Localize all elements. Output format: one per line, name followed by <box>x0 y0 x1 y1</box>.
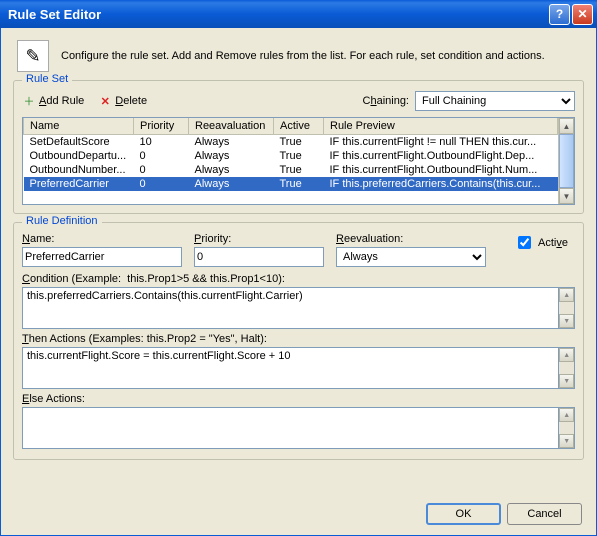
table-cell: IF this.currentFlight != null THEN this.… <box>324 135 558 150</box>
table-row[interactable]: OutboundDepartu...0AlwaysTrueIF this.cur… <box>24 149 558 163</box>
close-button[interactable]: ✕ <box>572 4 593 25</box>
condition-textarea[interactable]: this.preferredCarriers.Contains(this.cur… <box>22 287 559 329</box>
table-cell: Always <box>189 163 274 177</box>
table-cell: PreferredCarrier <box>24 177 134 191</box>
table-cell: IF this.currentFlight.OutboundFlight.Dep… <box>324 149 558 163</box>
col-name[interactable]: Name <box>24 118 134 135</box>
table-row[interactable]: SetDefaultScore10AlwaysTrueIF this.curre… <box>24 135 558 150</box>
chaining-control: Chaining: Full Chaining <box>363 91 576 111</box>
title-bar: Rule Set Editor ? ✕ <box>0 0 597 28</box>
dialog-content: ✎ Configure the rule set. Add and Remove… <box>0 28 597 536</box>
table-cell: 0 <box>134 163 189 177</box>
else-label: Else Actions: <box>22 393 575 405</box>
table-cell: True <box>274 163 324 177</box>
intro-text: Configure the rule set. Add and Remove r… <box>61 50 545 62</box>
scroll-up-icon[interactable]: ▲ <box>559 118 574 134</box>
scroll-thumb[interactable] <box>559 134 574 188</box>
table-cell: IF this.currentFlight.OutboundFlight.Num… <box>324 163 558 177</box>
delete-rule-label: Delete <box>115 95 147 107</box>
window-title: Rule Set Editor <box>8 7 101 22</box>
table-cell: Always <box>189 135 274 150</box>
else-textarea[interactable] <box>22 407 559 449</box>
rule-definition-group-title: Rule Definition <box>22 215 102 227</box>
name-input[interactable] <box>22 247 182 267</box>
active-checkbox-label[interactable]: Active <box>514 233 568 252</box>
priority-input[interactable] <box>194 247 324 267</box>
table-cell: True <box>274 135 324 150</box>
rules-table[interactable]: Name Priority Reeavaluation Active Rule … <box>23 118 558 191</box>
table-cell: OutboundNumber... <box>24 163 134 177</box>
add-icon: ＋ <box>22 94 36 108</box>
add-rule-button[interactable]: ＋ Add Rule <box>22 94 84 108</box>
table-cell: True <box>274 177 324 191</box>
table-cell: SetDefaultScore <box>24 135 134 150</box>
then-textarea[interactable]: this.currentFlight.Score = this.currentF… <box>22 347 559 389</box>
rules-table-scrollbar[interactable]: ▲ ▼ <box>558 118 574 204</box>
intro-row: ✎ Configure the rule set. Add and Remove… <box>17 40 584 72</box>
col-active[interactable]: Active <box>274 118 324 135</box>
scroll-down-icon[interactable]: ▼ <box>559 188 574 204</box>
table-cell: 0 <box>134 177 189 191</box>
else-scrollbar[interactable]: ▲▼ <box>559 407 575 449</box>
table-cell: Always <box>189 177 274 191</box>
delete-icon: ✕ <box>98 94 112 108</box>
rule-definition-group: Rule Definition Name: Priority: Reevalua… <box>13 222 584 460</box>
table-cell: True <box>274 149 324 163</box>
condition-label: Condition (Example: this.Prop1>5 && this… <box>22 273 575 285</box>
table-cell: 0 <box>134 149 189 163</box>
chaining-label: Chaining: <box>363 95 410 107</box>
rule-set-group: Rule Set ＋ Add Rule ✕ Delete Chaining: F… <box>13 80 584 214</box>
delete-rule-button[interactable]: ✕ Delete <box>98 94 147 108</box>
table-cell: IF this.preferredCarriers.Contains(this.… <box>324 177 558 191</box>
rule-type-icon: ✎ <box>17 40 49 72</box>
cancel-button[interactable]: Cancel <box>507 503 582 525</box>
reeval-label: Reevaluation: <box>336 233 486 245</box>
definition-row: Name: Priority: Reevaluation: Always Act… <box>22 233 575 267</box>
then-label: Then Actions (Examples: this.Prop2 = "Ye… <box>22 333 575 345</box>
ok-button[interactable]: OK <box>426 503 501 525</box>
rule-set-toolbar: ＋ Add Rule ✕ Delete Chaining: Full Chain… <box>22 91 575 111</box>
rule-set-group-title: Rule Set <box>22 73 72 85</box>
col-preview[interactable]: Rule Preview <box>324 118 558 135</box>
col-priority[interactable]: Priority <box>134 118 189 135</box>
rules-table-wrap: Name Priority Reeavaluation Active Rule … <box>22 117 575 205</box>
add-rule-label: Add Rule <box>39 95 84 107</box>
active-label-text: Active <box>538 237 568 249</box>
table-row[interactable]: PreferredCarrier0AlwaysTrueIF this.prefe… <box>24 177 558 191</box>
chaining-select[interactable]: Full Chaining <box>415 91 575 111</box>
name-label: Name: <box>22 233 182 245</box>
table-cell: OutboundDepartu... <box>24 149 134 163</box>
help-button[interactable]: ? <box>549 4 570 25</box>
reeval-select[interactable]: Always <box>336 247 486 267</box>
table-row[interactable]: OutboundNumber...0AlwaysTrueIF this.curr… <box>24 163 558 177</box>
active-checkbox[interactable] <box>518 236 531 249</box>
dialog-footer: OK Cancel <box>426 503 582 525</box>
condition-scrollbar[interactable]: ▲▼ <box>559 287 575 329</box>
then-scrollbar[interactable]: ▲▼ <box>559 347 575 389</box>
table-cell: Always <box>189 149 274 163</box>
table-cell: 10 <box>134 135 189 150</box>
priority-label: Priority: <box>194 233 324 245</box>
col-reeval[interactable]: Reeavaluation <box>189 118 274 135</box>
